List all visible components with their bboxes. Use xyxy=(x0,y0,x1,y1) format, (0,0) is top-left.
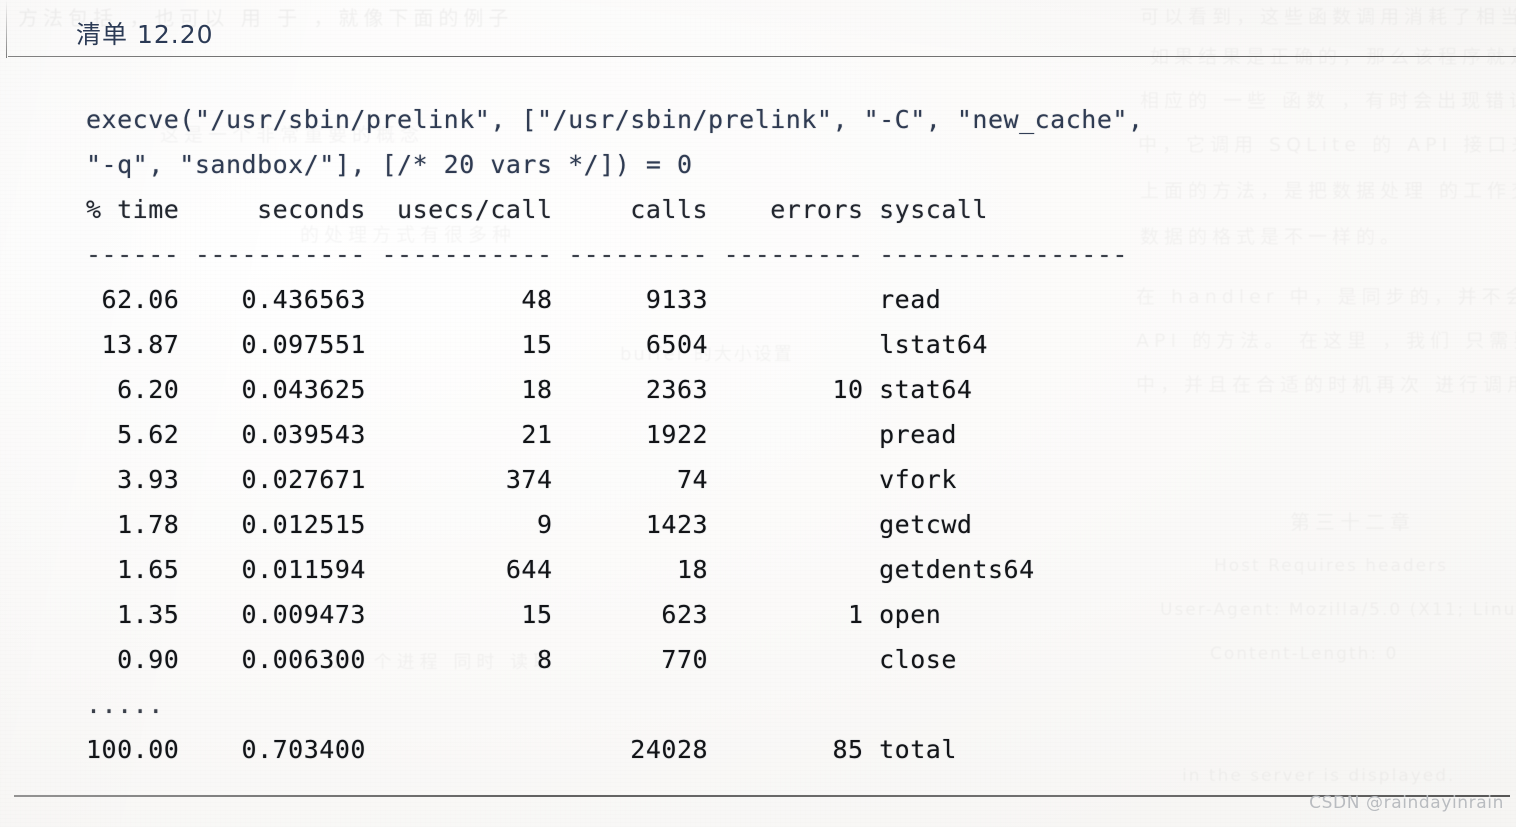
listing-caption: 清单 12.20 xyxy=(76,20,214,49)
table-row: 1.35 0.009473 15 623 1 open xyxy=(86,600,942,629)
table-row: 1.65 0.011594 644 18 getdents64 xyxy=(86,555,1035,584)
table-header-line: % time seconds usecs/call calls errors s… xyxy=(86,195,988,224)
scanned-page: 方法包括 ，也可以 用 于 ，就像下面的例子可以看到，这些函数调用消耗了相当多的… xyxy=(0,0,1516,827)
table-separator-line: ------ ----------- ----------- ---------… xyxy=(86,240,1128,269)
bleed-through-text: API 的方法。 在这里 ，我们 只需要把数据写入 xyxy=(1136,326,1516,353)
page-left-edge-mark xyxy=(6,0,7,58)
caption-divider-rule xyxy=(8,56,1516,57)
bleed-through-text: in the server is displayed. xyxy=(1182,766,1455,786)
command-line-2: "-q", "sandbox/"], [/* 20 vars */]) = 0 xyxy=(86,150,693,179)
bleed-through-text: 在 handler 中，是同步的，并不会阻塞线程， xyxy=(1136,282,1516,309)
table-total-row: 100.00 0.703400 24028 85 total xyxy=(86,735,957,764)
truncation-ellipsis: ..... xyxy=(86,690,164,719)
bleed-through-text: 数据的格式是不一样的。 xyxy=(1140,222,1404,249)
table-row: 6.20 0.043625 18 2363 10 stat64 xyxy=(86,375,973,404)
table-row: 13.87 0.097551 15 6504 lstat64 xyxy=(86,330,988,359)
table-row: 0.90 0.006300 8 770 close xyxy=(86,645,957,674)
bleed-through-text: 第三十二章 xyxy=(1290,506,1415,535)
bleed-through-text: Content-Length: 0 xyxy=(1210,644,1398,664)
footer-rule xyxy=(14,795,1510,797)
bleed-through-text: 中，并且在合适的时机再次 进行调用就可以了。 xyxy=(1136,370,1516,397)
bleed-through-text: 相应的 一些 函数 ，有时会出现错误的值 xyxy=(1140,86,1516,113)
table-row: 1.78 0.012515 9 1423 getcwd xyxy=(86,510,973,539)
bleed-through-text: 中，它调用 SQLite 的 API 接口来执行相应的操作 xyxy=(1138,130,1516,157)
command-line-1: execve("/usr/sbin/prelink", ["/usr/sbin/… xyxy=(86,105,1144,134)
strace-listing-block: execve("/usr/sbin/prelink", ["/usr/sbin/… xyxy=(86,97,1144,772)
table-row: 5.62 0.039543 21 1922 pread xyxy=(86,420,957,449)
csdn-watermark: CSDN @raindayinrain xyxy=(1309,793,1504,813)
bleed-through-text: Host Requires headers xyxy=(1214,556,1448,576)
table-row: 3.93 0.027671 374 74 vfork xyxy=(86,465,957,494)
bleed-through-text: 上面的方法，是把数据处理 的工作交给后台完成 xyxy=(1140,176,1516,203)
bleed-through-text: 可以看到，这些函数调用消耗了相当多的时间 xyxy=(1140,2,1516,29)
table-row: 62.06 0.436563 48 9133 read xyxy=(86,285,942,314)
bleed-through-text: User-Agent: Mozilla/5.0 (X11; Linux x86_… xyxy=(1160,600,1516,620)
